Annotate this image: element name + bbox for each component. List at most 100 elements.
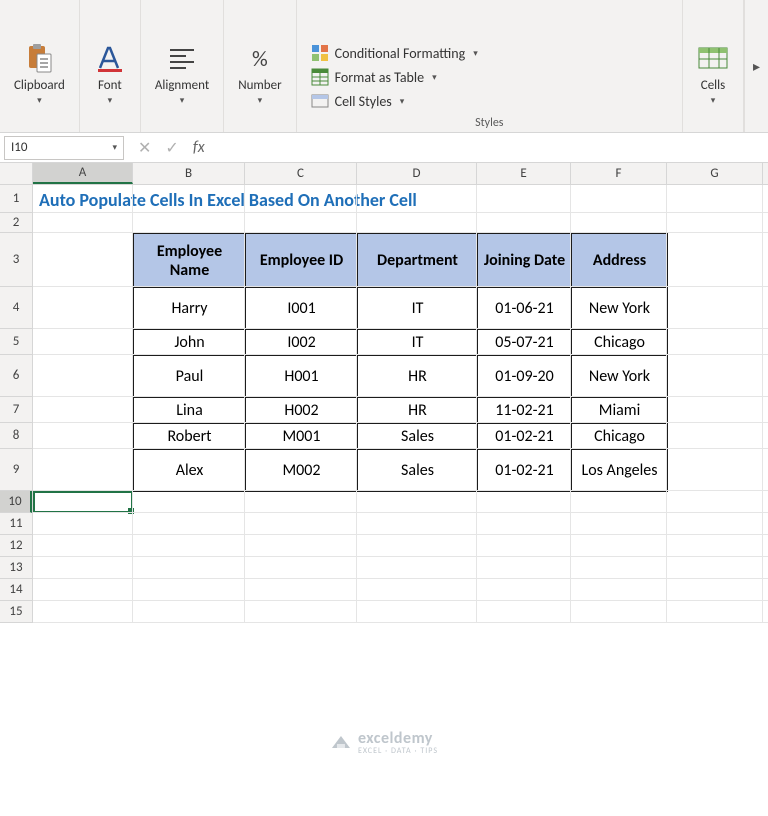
table-cell[interactable]: HR	[358, 398, 478, 424]
font-label: Font	[98, 78, 122, 93]
row-header-2[interactable]: 2	[0, 213, 32, 233]
watermark-brand: exceldemy	[358, 729, 433, 748]
column-header-A[interactable]: A	[33, 163, 133, 184]
alignment-label: Alignment	[155, 78, 209, 93]
table-header-cell: Joining Date	[478, 234, 572, 288]
row-header-11[interactable]: 11	[0, 513, 32, 535]
cells-area[interactable]: Auto Populate Cells In Excel Based On An…	[33, 185, 768, 623]
table-cell[interactable]: Sales	[358, 424, 478, 450]
row-header-7[interactable]: 7	[0, 397, 32, 423]
table-cell[interactable]: IT	[358, 330, 478, 356]
table-cell[interactable]: M002	[246, 450, 358, 492]
cells-button[interactable]: Cells ▾	[691, 38, 735, 130]
table-header-cell: Employee ID	[246, 234, 358, 288]
group-cells: Cells ▾	[683, 0, 744, 132]
table-header-cell: Employee Name	[134, 234, 246, 288]
table-cell[interactable]: Alex	[134, 450, 246, 492]
table-cell[interactable]: Sales	[358, 450, 478, 492]
table-cell[interactable]: 01-06-21	[478, 288, 572, 330]
table-cell[interactable]: Paul	[134, 356, 246, 398]
group-clipboard: Clipboard ▾	[0, 0, 80, 132]
table-cell[interactable]: H001	[246, 356, 358, 398]
row-header-3[interactable]: 3	[0, 233, 32, 287]
row-header-13[interactable]: 13	[0, 557, 32, 579]
active-cell-indicator	[33, 491, 133, 513]
column-header-E[interactable]: E	[477, 163, 571, 184]
table-cell[interactable]: 01-09-20	[478, 356, 572, 398]
table-cell[interactable]: Lina	[134, 398, 246, 424]
table-cell[interactable]: John	[134, 330, 246, 356]
row-header-15[interactable]: 15	[0, 601, 32, 623]
formula-bar-buttons: ✕ ✓ fx	[128, 138, 215, 158]
conditional-formatting-icon	[311, 44, 329, 62]
alignment-icon	[166, 42, 198, 74]
table-cell[interactable]: Miami	[572, 398, 668, 424]
table-cell[interactable]: H002	[246, 398, 358, 424]
font-button[interactable]: Font ▾	[88, 38, 132, 130]
table-cell[interactable]: Chicago	[572, 424, 668, 450]
row-header-9[interactable]: 9	[0, 449, 32, 491]
table-cell[interactable]: Harry	[134, 288, 246, 330]
chevron-down-icon: ▾	[400, 96, 405, 107]
table-cell[interactable]: 01-02-21	[478, 450, 572, 492]
conditional-formatting-label: Conditional Formatting	[335, 45, 466, 62]
fx-icon[interactable]: fx	[193, 138, 205, 157]
table-cell[interactable]: 11-02-21	[478, 398, 572, 424]
percent-icon: %	[244, 42, 276, 74]
table-cell[interactable]: New York	[572, 288, 668, 330]
row-header-8[interactable]: 8	[0, 423, 32, 449]
table-row: HarryI001IT01-06-21New York	[134, 288, 668, 330]
row-header-6[interactable]: 6	[0, 355, 32, 397]
column-header-D[interactable]: D	[357, 163, 477, 184]
sheet-title: Auto Populate Cells In Excel Based On An…	[39, 189, 417, 211]
table-cell[interactable]: 01-02-21	[478, 424, 572, 450]
cells-icon	[697, 42, 729, 74]
ribbon-overflow-button[interactable]: ▸	[744, 0, 768, 132]
table-icon	[311, 68, 329, 86]
group-number: % Number ▾	[224, 0, 296, 132]
group-font: Font ▾	[80, 0, 141, 132]
row-header-5[interactable]: 5	[0, 329, 32, 355]
formula-input[interactable]	[215, 136, 768, 160]
format-as-table-button[interactable]: Format as Table ▾	[311, 68, 437, 86]
row-header-14[interactable]: 14	[0, 579, 32, 601]
table-cell[interactable]: I002	[246, 330, 358, 356]
table-cell[interactable]: Chicago	[572, 330, 668, 356]
select-all-corner[interactable]	[0, 163, 33, 184]
clipboard-label: Clipboard	[14, 78, 65, 93]
table-cell[interactable]: M001	[246, 424, 358, 450]
cell-styles-button[interactable]: Cell Styles ▾	[311, 92, 405, 110]
row-header-10[interactable]: 10	[0, 491, 32, 513]
column-header-G[interactable]: G	[667, 163, 763, 184]
enter-icon[interactable]: ✓	[165, 138, 178, 158]
row-header-12[interactable]: 12	[0, 535, 32, 557]
table-cell[interactable]: HR	[358, 356, 478, 398]
table-row: JohnI002IT05-07-21Chicago	[134, 330, 668, 356]
alignment-button[interactable]: Alignment ▾	[149, 38, 215, 130]
worksheet-grid: ABCDEFG 123456789101112131415 Auto Popul…	[0, 163, 768, 623]
name-box[interactable]: I10 ▾	[4, 136, 124, 160]
table-cell[interactable]: New York	[572, 356, 668, 398]
format-as-table-label: Format as Table	[335, 69, 424, 86]
column-header-B[interactable]: B	[133, 163, 245, 184]
row-header-4[interactable]: 4	[0, 287, 32, 329]
conditional-formatting-button[interactable]: Conditional Formatting ▾	[311, 44, 478, 62]
table-cell[interactable]: 05-07-21	[478, 330, 572, 356]
chevron-down-icon: ▾	[473, 48, 478, 59]
formula-bar: I10 ▾ ✕ ✓ fx	[0, 133, 768, 163]
chevron-down-icon: ▾	[258, 95, 263, 106]
watermark: exceldemy EXCEL · DATA · TIPS	[330, 729, 438, 756]
cancel-icon[interactable]: ✕	[138, 138, 151, 158]
table-cell[interactable]: Robert	[134, 424, 246, 450]
column-headers: ABCDEFG	[0, 163, 768, 185]
column-header-C[interactable]: C	[245, 163, 357, 184]
column-header-F[interactable]: F	[571, 163, 667, 184]
clipboard-button[interactable]: Clipboard ▾	[8, 38, 71, 130]
row-header-1[interactable]: 1	[0, 185, 32, 213]
table-cell[interactable]: I001	[246, 288, 358, 330]
table-cell[interactable]: IT	[358, 288, 478, 330]
table-cell[interactable]: Los Angeles	[572, 450, 668, 492]
table-header-cell: Department	[358, 234, 478, 288]
number-button[interactable]: % Number ▾	[232, 38, 287, 130]
table-row: RobertM001Sales01-02-21Chicago	[134, 424, 668, 450]
